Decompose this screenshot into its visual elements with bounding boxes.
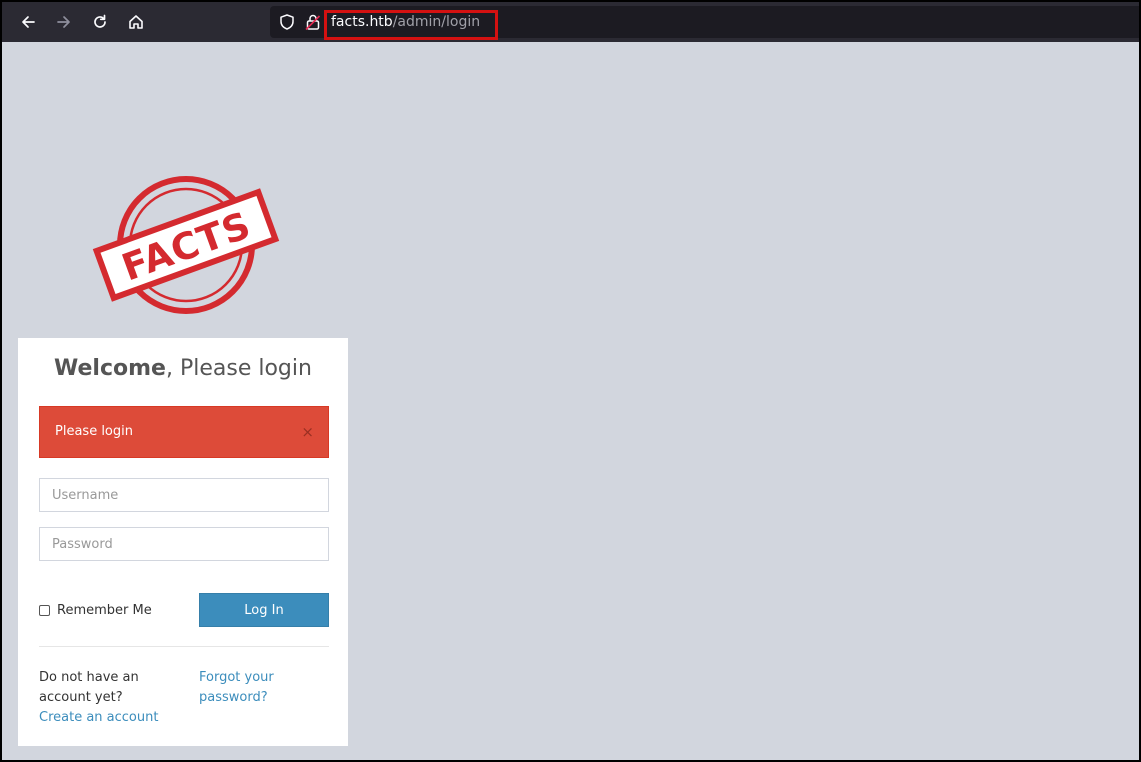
home-icon	[129, 15, 143, 29]
shield-icon[interactable]	[278, 13, 296, 31]
lock-icon[interactable]	[304, 13, 322, 31]
url-bar[interactable]: facts.htb/admin/login	[270, 6, 1139, 40]
no-account-line-2: account yet?	[39, 690, 123, 705]
divider	[39, 646, 329, 647]
alert-message: Please login	[55, 424, 133, 439]
login-title-rest: , Please login	[165, 356, 312, 381]
remember-checkbox[interactable]	[39, 604, 50, 616]
login-title: Welcome, Please login	[18, 356, 348, 381]
username-input[interactable]	[39, 478, 329, 512]
forgot-line-2: password?	[199, 690, 268, 705]
error-alert: Please login ×	[39, 406, 329, 458]
home-button[interactable]	[122, 8, 150, 36]
forward-button[interactable]	[50, 8, 78, 36]
close-icon[interactable]: ×	[301, 407, 314, 457]
no-account-text: Do not have an account yet?	[39, 668, 139, 708]
reload-button[interactable]	[86, 8, 114, 36]
arrow-right-icon	[57, 16, 70, 28]
url-text[interactable]: facts.htb/admin/login	[331, 6, 480, 38]
arrow-left-icon	[22, 16, 35, 28]
remember-me[interactable]: Remember Me	[39, 602, 152, 618]
browser-window: facts.htb/admin/login FACTS Welcome, Ple…	[1, 1, 1140, 761]
forgot-line-1: Forgot your	[199, 670, 274, 685]
no-account-line-1: Do not have an	[39, 670, 139, 685]
login-box: Welcome, Please login Please login × Rem…	[18, 338, 348, 746]
facts-logo: FACTS	[92, 176, 280, 314]
back-button[interactable]	[14, 8, 42, 36]
reload-icon	[94, 14, 106, 28]
browser-toolbar: facts.htb/admin/login	[2, 2, 1139, 42]
url-host: facts.htb	[331, 14, 393, 30]
login-button[interactable]: Log In	[199, 593, 329, 627]
forgot-password-link[interactable]: Forgot your password?	[199, 668, 274, 708]
url-path: /admin/login	[392, 14, 481, 30]
create-account-link[interactable]: Create an account	[39, 708, 158, 728]
remember-label: Remember Me	[57, 602, 152, 618]
password-input[interactable]	[39, 527, 329, 561]
login-title-bold: Welcome	[54, 356, 166, 381]
